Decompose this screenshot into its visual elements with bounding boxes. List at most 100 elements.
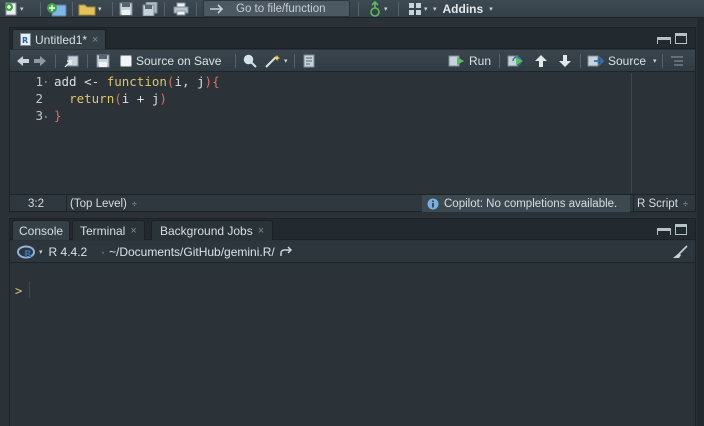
main-toolbar: ▾ ▾ Go to file/function ▾ ▾ ▾ Addins ▾ [0, 0, 704, 18]
print-icon [173, 2, 189, 16]
tab-label: Untitled1* [35, 32, 88, 47]
clear-console-button[interactable] [671, 244, 689, 260]
new-file-icon [5, 2, 17, 16]
file-type-caret-icon: ÷ [682, 198, 688, 209]
fold-toggle-icon[interactable]: ▾ [44, 79, 48, 86]
console-pane: Console Terminal × Background Jobs × R ▾… [9, 218, 696, 426]
new-project-button[interactable] [46, 1, 68, 17]
source-label: Source [608, 54, 647, 68]
go-to-previous-section-button[interactable] [534, 53, 548, 69]
r-version-selector[interactable]: R ▾ R 4.4.2 [17, 244, 87, 260]
svg-text:R: R [22, 36, 28, 45]
outline-list-icon [671, 56, 683, 66]
compile-report-button[interactable] [302, 53, 316, 69]
r-file-icon: R [20, 33, 31, 46]
go-to-file-function-input[interactable]: Go to file/function [203, 0, 350, 17]
code-editor[interactable]: 1 ▾ 2 3 ▴ add <- function(i, j){ return(… [10, 73, 695, 193]
git-branch-icon [370, 1, 380, 17]
tab-close-icon[interactable]: × [92, 34, 98, 46]
cursor-position: 3:2 [28, 197, 44, 210]
tab-untitled1[interactable]: R Untitled1* × [12, 29, 107, 49]
console-tabstrip: Console Terminal × Background Jobs × [10, 219, 695, 240]
console-output[interactable]: > [10, 264, 695, 426]
document-outline-button[interactable] [670, 53, 684, 69]
magic-wand-icon [265, 55, 280, 68]
tab-label: Background Jobs [160, 223, 253, 238]
save-all-button[interactable] [142, 1, 158, 17]
tab-terminal[interactable]: Terminal × [72, 220, 145, 240]
source-button[interactable]: Source [587, 53, 646, 69]
popout-window-icon [64, 55, 79, 68]
separator-dot: · [101, 245, 105, 259]
tab-label: Terminal [80, 223, 126, 238]
scope-selector[interactable]: (Top Level) ÷ [70, 196, 137, 211]
line-number: 1 [35, 74, 43, 89]
code-line-1: add <- function(i, j){ [54, 74, 220, 89]
go-to-directory-arrow-icon[interactable] [279, 246, 293, 258]
notebook-icon [303, 54, 315, 68]
console-prompt: > [15, 284, 23, 298]
find-replace-button[interactable] [243, 53, 257, 69]
code-line-3: } [54, 108, 62, 123]
line-number: 2 [35, 91, 43, 106]
svg-text:R: R [24, 249, 32, 259]
save-all-icon [142, 2, 158, 16]
new-file-button[interactable]: ▾ [4, 1, 24, 17]
tab-close-icon[interactable]: × [130, 225, 136, 237]
vcs-button[interactable]: ▾ [368, 1, 388, 17]
source-on-save-checkbox[interactable] [120, 55, 132, 67]
console-toolbar: R ▾ R 4.4.2 · ~/Documents/GitHub/gemini.… [10, 241, 695, 263]
source-on-save-label: Source on Save [136, 54, 222, 68]
save-icon [119, 2, 133, 16]
print-margin-line [631, 73, 632, 193]
editor-toolbar: Source on Save ▾ Run Source ▾ [10, 50, 695, 72]
back-button[interactable] [16, 53, 30, 69]
save-icon [96, 54, 110, 68]
run-label: Run [469, 54, 492, 68]
go-to-next-section-button[interactable] [558, 53, 572, 69]
open-file-button[interactable]: ▾ [78, 1, 102, 17]
console-cursor-line [29, 281, 30, 298]
arrow-left-icon [17, 56, 29, 66]
forward-button[interactable] [33, 53, 47, 69]
right-scroll-edge [697, 18, 704, 426]
console-window-controls [657, 224, 687, 235]
go-to-arrow-icon [210, 3, 224, 14]
save-button[interactable] [119, 1, 133, 17]
editor-save-button[interactable] [96, 53, 110, 69]
arrow-up-icon [535, 55, 547, 67]
fold-toggle-icon[interactable]: ▴ [44, 113, 48, 120]
maximize-pane-icon[interactable] [675, 224, 687, 235]
maximize-pane-icon[interactable] [675, 33, 687, 44]
arrow-right-icon [34, 56, 46, 66]
addins-button[interactable]: ▾ Addins ▾ [431, 1, 493, 17]
minimize-pane-icon[interactable] [657, 228, 671, 235]
scope-label: (Top Level) [70, 197, 127, 210]
working-directory: ~/Documents/GitHub/gemini.R/ [109, 244, 293, 260]
copilot-status[interactable]: Copilot: No completions available. [422, 195, 630, 212]
editor-status-bar: 3:2 (Top Level) ÷ Copilot: No completion… [10, 194, 695, 212]
code-tools-button[interactable]: ▾ [264, 53, 288, 69]
working-directory-path: ~/Documents/GitHub/gemini.R/ [109, 245, 275, 259]
minimize-pane-icon[interactable] [657, 37, 671, 44]
new-project-icon [47, 2, 67, 16]
tab-background-jobs[interactable]: Background Jobs × [151, 220, 274, 240]
workspace-panes-button[interactable]: ▾ [408, 1, 428, 17]
grid-panes-icon [409, 3, 421, 15]
file-type-selector[interactable]: R Script ÷ [637, 196, 688, 211]
run-button[interactable]: Run [448, 53, 491, 69]
editor-tabstrip: R Untitled1* × [10, 28, 695, 49]
tab-console[interactable]: Console [12, 220, 71, 240]
source-editor-pane: R Untitled1* × Source on Save ▾ Run Sour… [9, 27, 696, 212]
tab-label: Console [19, 223, 64, 238]
source-on-save-toggle[interactable]: Source on Save [120, 53, 221, 69]
scope-caret-icon: ÷ [131, 198, 137, 209]
print-button[interactable] [173, 1, 189, 17]
source-options-button[interactable]: ▾ [651, 53, 657, 69]
file-type-label: R Script [637, 197, 678, 210]
rerun-button[interactable] [507, 53, 525, 69]
tab-close-icon[interactable]: × [258, 225, 264, 237]
info-icon [427, 198, 439, 209]
editor-window-controls [657, 33, 687, 44]
show-in-window-button[interactable] [64, 53, 80, 69]
